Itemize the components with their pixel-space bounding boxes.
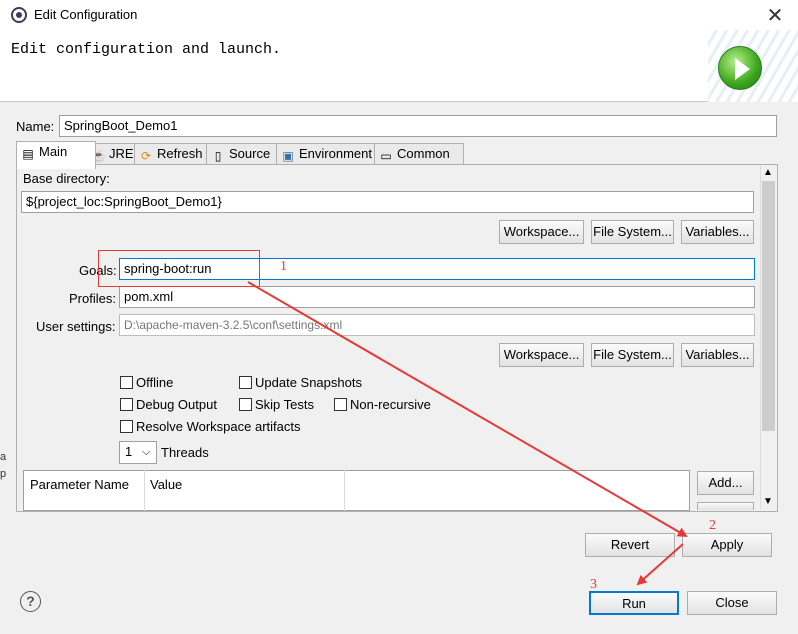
table-column-separator (344, 470, 345, 511)
goals-highlight-box (98, 250, 260, 287)
tab-environment-label: Environment (299, 146, 372, 161)
user-settings-input[interactable]: D:\apache-maven-3.2.5\conf\settings.xml (119, 314, 755, 336)
skip-tests-checkbox[interactable] (239, 398, 252, 411)
workspace-button-2[interactable]: Workspace... (499, 343, 584, 367)
skip-tests-label: Skip Tests (255, 397, 315, 412)
variables-button-2[interactable]: Variables... (681, 343, 754, 367)
file-system-button-2[interactable]: File System... (591, 343, 674, 367)
debug-output-checkbox[interactable] (120, 398, 133, 411)
base-directory-label: Base directory: (23, 171, 110, 186)
table-column-separator (144, 470, 145, 511)
debug-output-label: Debug Output (136, 397, 217, 412)
threads-label: Threads (161, 445, 209, 460)
window-title: Edit Configuration (34, 7, 138, 22)
offline-checkbox[interactable] (120, 376, 133, 389)
revert-button[interactable]: Revert (585, 533, 675, 557)
run-button[interactable]: Run (589, 591, 679, 615)
resolve-workspace-label: Resolve Workspace artifacts (136, 419, 301, 434)
threads-select[interactable]: 1 ⌵ (119, 441, 157, 464)
user-settings-label: User settings: (36, 319, 116, 334)
param-name-header[interactable]: Parameter Name (30, 477, 129, 492)
profiles-label: Profiles: (69, 291, 116, 306)
annotation-1: 1 (280, 259, 287, 274)
source-tab-icon: ▯ (214, 149, 222, 163)
tab-source-label: Source (229, 146, 271, 161)
threads-value: 1 (125, 444, 133, 459)
update-snapshots-checkbox[interactable] (239, 376, 252, 389)
tab-jre-label: JRE (109, 146, 134, 161)
help-icon[interactable]: ? (20, 591, 41, 612)
eclipse-app-icon (11, 7, 27, 23)
file-system-button-1[interactable]: File System... (591, 220, 674, 244)
tab-main-label: Main (39, 144, 68, 159)
workspace-button-1[interactable]: Workspace... (499, 220, 584, 244)
update-snapshots-label: Update Snapshots (255, 375, 362, 390)
name-label: Name: (16, 119, 55, 134)
apply-button[interactable]: Apply (682, 533, 772, 557)
run-launch-icon (718, 46, 762, 90)
scroll-down-icon[interactable]: ▼ (763, 496, 773, 507)
profiles-input[interactable]: pom.xml (119, 286, 755, 308)
tab-refresh-label: Refresh (157, 146, 203, 161)
non-recursive-checkbox[interactable] (334, 398, 347, 411)
main-tab-icon: ▤ (22, 147, 34, 161)
tab-common-label: Common (397, 146, 450, 161)
add-parameter-button[interactable]: Add... (697, 471, 754, 495)
background-text-fragment: p (0, 468, 7, 480)
name-input[interactable]: SpringBoot_Demo1 (59, 115, 777, 137)
environment-tab-icon: ▣ (282, 149, 294, 163)
close-icon[interactable]: ✕ (764, 3, 786, 28)
resolve-workspace-checkbox[interactable] (120, 420, 133, 433)
param-value-header[interactable]: Value (150, 477, 182, 492)
refresh-tab-icon: ⟳ (140, 149, 152, 163)
chevron-down-icon: ⌵ (142, 446, 151, 458)
edit-parameter-button[interactable] (697, 502, 754, 510)
header-message: Edit configuration and launch. (11, 41, 282, 58)
tab-main[interactable]: ▤ Main (16, 141, 96, 169)
base-directory-input[interactable]: ${project_loc:SpringBoot_Demo1} (21, 191, 754, 213)
close-button[interactable]: Close (687, 591, 777, 615)
non-recursive-label: Non-recursive (350, 397, 431, 412)
annotation-2: 2 (709, 518, 716, 533)
scrollbar-thumb[interactable] (762, 181, 775, 431)
variables-button-1[interactable]: Variables... (681, 220, 754, 244)
offline-label: Offline (136, 375, 174, 390)
annotation-3: 3 (590, 577, 597, 592)
scroll-up-icon[interactable]: ▲ (763, 167, 773, 178)
common-tab-icon: ▭ (380, 149, 392, 163)
background-text-fragment: a (0, 451, 7, 463)
